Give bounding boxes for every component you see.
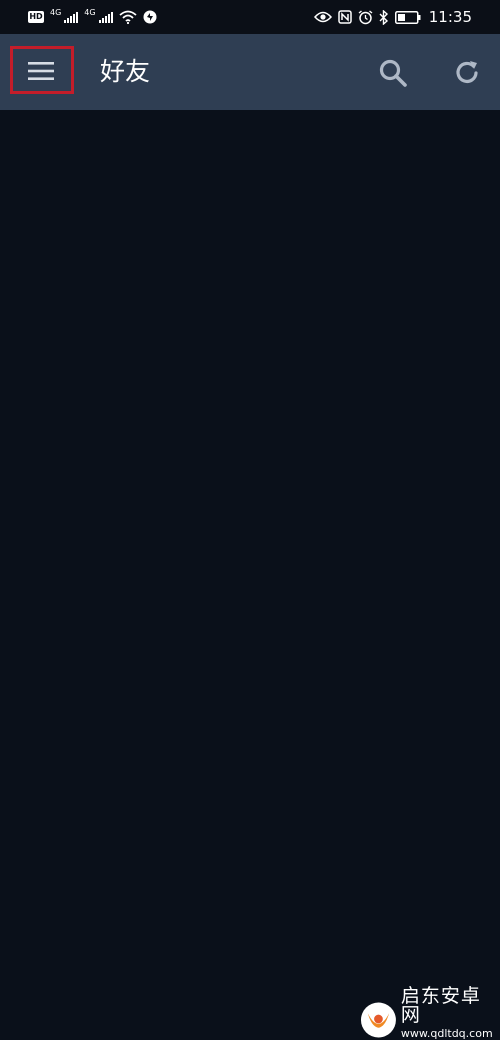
hamburger-menu-icon (28, 62, 54, 80)
watermark-logo-icon (360, 1002, 396, 1038)
battery-icon (394, 10, 421, 24)
page-title: 好友 (100, 57, 151, 86)
network-type-label: 4G (50, 7, 62, 17)
data-saver-icon (143, 10, 157, 24)
refresh-icon (456, 61, 478, 83)
search-button[interactable] (376, 56, 410, 90)
bluetooth-icon (379, 9, 388, 25)
refresh-button[interactable] (450, 56, 484, 90)
watermark: 启东安卓网 www.qdltdq.com (360, 987, 498, 1039)
friends-list-area (0, 110, 500, 1039)
cellular-signal-icon (64, 12, 79, 23)
watermark-text: 启东安卓网 www.qdltdq.com (400, 985, 498, 1040)
nfc-icon (338, 10, 352, 24)
wifi-icon (119, 10, 137, 24)
status-bar: HD 4G 4G 11:35 (0, 0, 500, 34)
hd-icon: HD (28, 11, 44, 23)
alarm-icon (358, 9, 373, 24)
cellular-signal-icon (98, 12, 113, 23)
network-type-label: 4G (84, 7, 96, 17)
search-icon (379, 59, 407, 87)
menu-button[interactable] (10, 46, 74, 94)
status-right-icons: 11:35 (313, 8, 472, 26)
watermark-url: www.qdltdq.com (400, 1027, 493, 1040)
status-time: 11:35 (428, 8, 472, 26)
status-left-icons: HD 4G 4G (28, 8, 157, 26)
eye-icon (313, 11, 332, 23)
app-bar: 好友 (0, 34, 500, 110)
watermark-title: 启东安卓网 (400, 985, 481, 1026)
